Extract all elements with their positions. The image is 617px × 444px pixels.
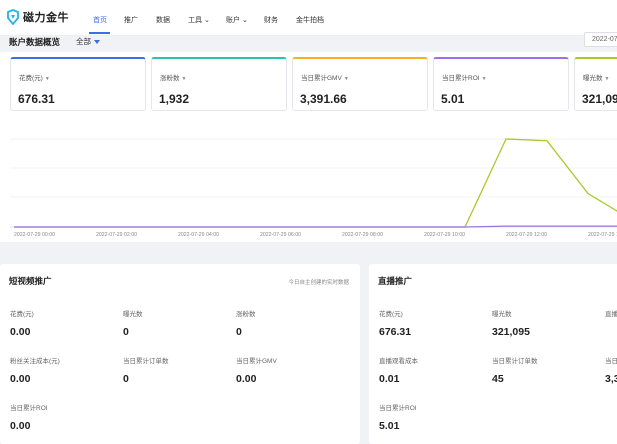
overview-panel: 花费(元) ▼ 676.31 涨粉数 ▼ 1,932 当日累计GMV ▼ 3,391.… xyxy=(0,52,617,242)
metric-spend: 花费(元) 0.00 xyxy=(10,311,34,338)
x-tick-label: 2022-07-29 06:00 xyxy=(260,232,301,238)
brand-logo[interactable]: 磁力金牛 xyxy=(6,9,69,25)
card-value: 5.01 xyxy=(441,92,465,106)
metric-gmv: 当日累计GMV 0.00 xyxy=(236,358,277,385)
metric-follow-cost: 粉丝关注成本(元) 0.00 xyxy=(10,358,60,385)
x-tick-label: 2022-07-29 10:00 xyxy=(424,232,465,238)
chevron-down-icon: ▼ xyxy=(44,76,50,82)
card-value: 3,391.66 xyxy=(300,92,347,106)
logo-text: 磁力金牛 xyxy=(23,12,69,24)
x-tick-label: 2022-07-29 04:00 xyxy=(178,232,219,238)
metric-orders: 当日累计订单数 0 xyxy=(123,358,169,385)
card-label: 花费(元) ▼ xyxy=(19,75,50,82)
metric-impressions: 曝光数 0 xyxy=(123,311,143,338)
metric-card-roi[interactable]: 当日累计ROI ▼ 5.01 xyxy=(433,57,569,111)
short-video-panel: 短视频推广 今日自主创建的实时数据 花费(元) 0.00 曝光数 0 涨粉数 0 粉丝… xyxy=(0,264,360,444)
metric-impressions: 曝光数 321,095 xyxy=(492,311,530,338)
card-label: 曝光数 ▼ xyxy=(583,75,610,82)
x-tick-label: 2022-07-29 02:00 xyxy=(96,232,137,238)
live-title: 直播推广 xyxy=(378,276,413,286)
series-line-0 xyxy=(14,138,617,228)
chevron-down-icon: ▼ xyxy=(481,76,487,82)
live-panel: 直播推广 花费(元) 676.31 曝光数 321,095 直播 直播观看成本 0.0… xyxy=(369,264,617,444)
card-label: 当日累计ROI ▼ xyxy=(442,75,487,82)
nav-item-tools[interactable]: 工具 ⌄ xyxy=(188,15,210,25)
metric-followers: 涨粉数 0 xyxy=(236,311,256,338)
nav-item-promotion[interactable]: 推广 xyxy=(124,15,138,25)
caret-down-icon xyxy=(94,40,100,45)
card-value: 321,095 xyxy=(582,92,617,106)
chevron-down-icon: ▼ xyxy=(343,76,349,82)
nav-active-indicator xyxy=(89,32,110,34)
short-video-note: 今日自主创建的实时数据 xyxy=(288,280,349,286)
metric-gmv-truncated: 当日 3,3 xyxy=(605,358,617,385)
nav-item-data[interactable]: 数据 xyxy=(156,15,170,25)
nav-item-finance[interactable]: 财务 xyxy=(264,15,278,25)
nav-item-account[interactable]: 账户 ⌄ xyxy=(226,15,248,25)
metric-roi: 当日累计ROI 0.00 xyxy=(10,405,48,432)
card-label: 涨粉数 ▼ xyxy=(160,75,187,82)
metric-orders: 当日累计订单数 45 xyxy=(492,358,538,385)
overview-title: 账户数据概览 xyxy=(9,37,61,47)
metric-spend: 花费(元) 676.31 xyxy=(379,311,412,338)
card-value: 1,932 xyxy=(159,92,190,106)
date-picker[interactable]: 2022-07-29 xyxy=(584,32,617,47)
metric-card-followers[interactable]: 涨粉数 ▼ 1,932 xyxy=(151,57,287,111)
metric-card-gmv[interactable]: 当日累计GMV ▼ 3,391.66 xyxy=(292,57,428,111)
logo-icon xyxy=(7,9,19,25)
filter-label: 全部 xyxy=(76,37,91,46)
top-navigation-bar: 磁力金牛 首页 推广 数据 工具 ⌄ 账户 ⌄ 财务 金牛拍档 xyxy=(0,0,617,36)
nav-item-partner[interactable]: 金牛拍档 xyxy=(296,15,324,25)
metric-roi: 当日累计ROI 5.01 xyxy=(379,405,417,432)
nav-item-home[interactable]: 首页 xyxy=(93,15,107,25)
metric-watch-cost: 直播观看成本 0.01 xyxy=(379,358,418,385)
card-label: 当日累计GMV ▼ xyxy=(301,75,349,82)
x-tick-label: 2022-07-29 08:00 xyxy=(342,232,383,238)
chevron-down-icon: ▼ xyxy=(604,76,610,82)
x-tick-label: 2022-07-29 00:00 xyxy=(14,232,55,238)
overview-line-chart: 2022-07-29 00:00 2022-07-29 02:00 2022-07-… xyxy=(10,138,617,238)
x-tick-label: 2022-07-29 14:00 xyxy=(588,232,617,238)
chevron-down-icon: ▼ xyxy=(181,76,187,82)
x-tick-label: 2022-07-29 12:00 xyxy=(506,232,547,238)
metric-live-truncated: 直播 xyxy=(605,311,617,318)
short-video-title: 短视频推广 xyxy=(9,276,52,286)
overview-header: 账户数据概览 全部 2022-07-29 xyxy=(0,32,617,52)
metric-card-spend[interactable]: 花费(元) ▼ 676.31 xyxy=(10,57,146,111)
card-value: 676.31 xyxy=(18,92,55,106)
overview-filter-dropdown[interactable]: 全部 xyxy=(76,36,100,47)
metric-card-impressions[interactable]: 曝光数▼ 321,095 xyxy=(574,57,617,111)
